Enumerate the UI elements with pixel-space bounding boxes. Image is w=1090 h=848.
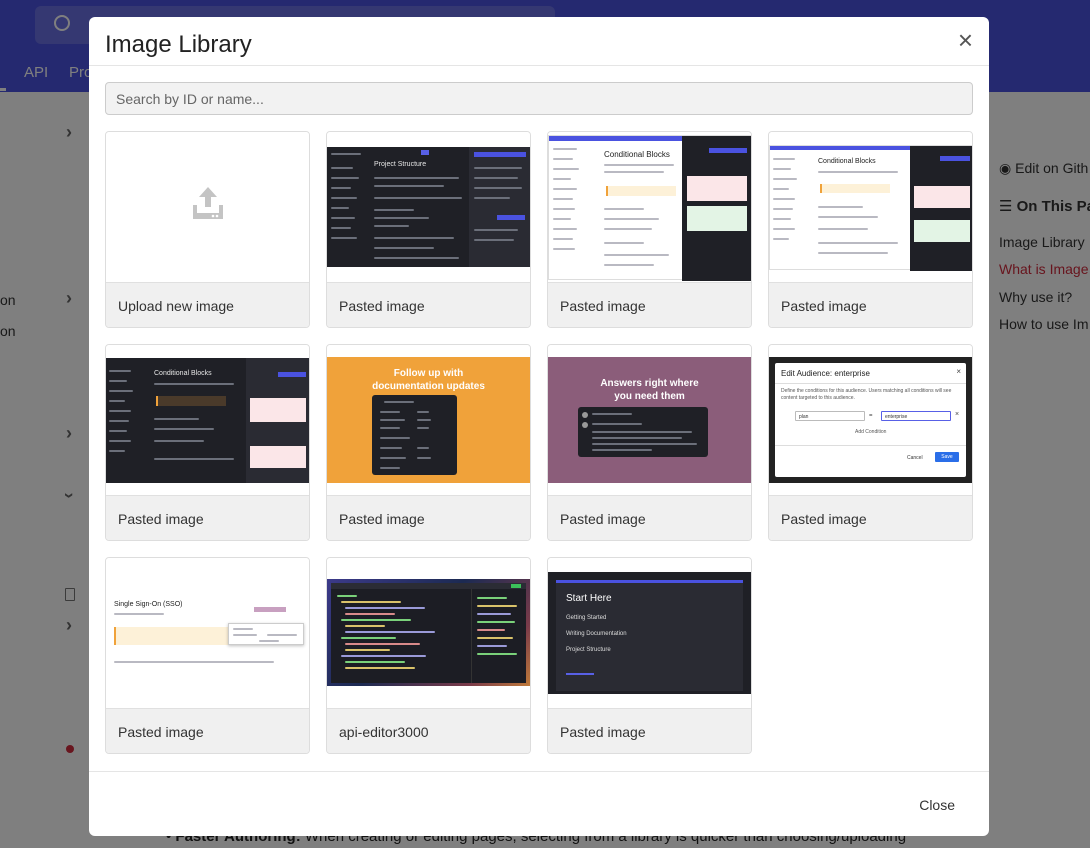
image-grid: Upload new image Project Structure Paste… (105, 131, 973, 754)
card-label: Pasted image (327, 282, 530, 327)
image-card[interactable]: Start Here Getting Started Writing Docum… (547, 557, 752, 754)
preview-title: Conditional Blocks (818, 158, 876, 165)
card-thumbnail: Project Structure (327, 132, 530, 282)
card-label: Pasted image (106, 708, 309, 753)
card-thumbnail: Follow up with documentation updates (327, 345, 530, 495)
image-card[interactable]: Conditional Blocks Pasted image (768, 131, 973, 328)
card-thumbnail (327, 558, 530, 708)
image-card[interactable]: Follow up with documentation updates Pas… (326, 344, 531, 541)
image-search-input[interactable] (105, 82, 973, 115)
promo-heading: Follow up with documentation updates (372, 368, 485, 392)
card-label: Pasted image (769, 282, 972, 327)
card-thumbnail (106, 132, 309, 282)
image-card[interactable]: Conditional Blocks Pasted image (547, 131, 752, 328)
close-button[interactable]: Close (919, 797, 955, 813)
card-label: Pasted image (548, 282, 751, 327)
image-card[interactable]: api-editor3000 (326, 557, 531, 754)
preview-title: Conditional Blocks (604, 150, 670, 159)
screenshot-preview: Conditional Blocks (548, 135, 751, 281)
card-label: api-editor3000 (327, 708, 530, 753)
screenshot-preview: Single Sign-On (SSO) (106, 595, 309, 671)
card-label: Pasted image (548, 708, 751, 753)
card-label: Pasted image (769, 495, 972, 540)
image-card[interactable]: Edit Audience: enterprise × Define the c… (768, 344, 973, 541)
image-card[interactable]: Single Sign-On (SSO) Pasted image (105, 557, 310, 754)
promo-heading: Answers right where you need them (600, 378, 699, 402)
card-thumbnail: Edit Audience: enterprise × Define the c… (769, 345, 972, 495)
screenshot-preview: Conditional Blocks (106, 358, 309, 483)
image-card[interactable]: Project Structure Pasted image (326, 131, 531, 328)
card-thumbnail: Conditional Blocks (548, 132, 751, 282)
card-label: Pasted image (106, 495, 309, 540)
editor-preview (327, 579, 530, 686)
modal-header: Image Library × (89, 17, 989, 66)
card-label: Pasted image (327, 495, 530, 540)
preview-title: Conditional Blocks (154, 370, 212, 377)
preview-title: Project Structure (374, 161, 427, 168)
image-card[interactable]: Conditional Blocks Pasted image (105, 344, 310, 541)
screenshot-preview: Conditional Blocks (769, 145, 972, 271)
close-icon[interactable]: × (958, 27, 973, 53)
upload-image-card[interactable]: Upload new image (105, 131, 310, 328)
modal-body: Upload new image Project Structure (89, 66, 989, 771)
card-label: Upload new image (106, 282, 309, 327)
card-label: Pasted image (548, 495, 751, 540)
promo-preview: Follow up with documentation updates (327, 357, 530, 483)
card-thumbnail: Answers right where you need them (548, 345, 751, 495)
card-thumbnail: Single Sign-On (SSO) (106, 558, 309, 708)
dialog-preview: Edit Audience: enterprise × Define the c… (769, 357, 972, 483)
image-card[interactable]: Answers right where you need them Pasted… (547, 344, 752, 541)
upload-icon (193, 187, 223, 219)
screenshot-preview: Project Structure (327, 147, 530, 267)
promo-preview: Answers right where you need them (548, 357, 751, 483)
modal-footer: Close (89, 771, 989, 836)
card-thumbnail: Start Here Getting Started Writing Docum… (548, 558, 751, 708)
image-library-modal: Image Library × Upload new image (89, 17, 989, 836)
card-thumbnail: Conditional Blocks (106, 345, 309, 495)
menu-preview: Start Here Getting Started Writing Docum… (548, 572, 751, 694)
card-thumbnail: Conditional Blocks (769, 132, 972, 282)
modal-title: Image Library (105, 31, 252, 58)
